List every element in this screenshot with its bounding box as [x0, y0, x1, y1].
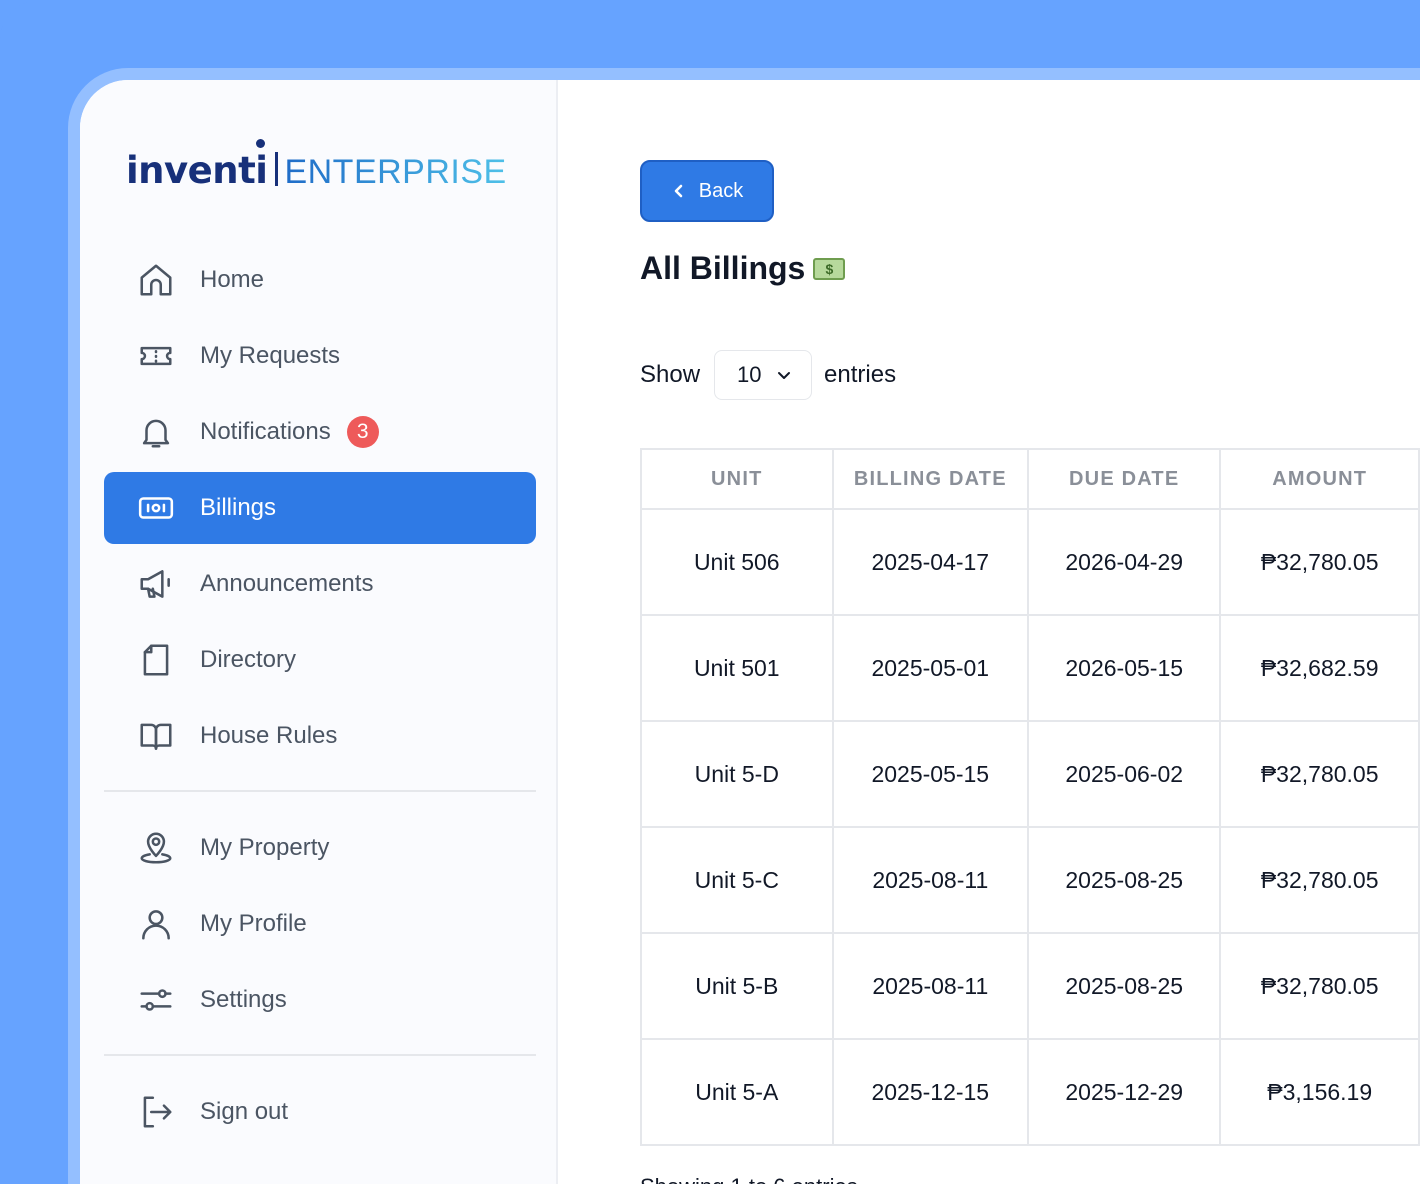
table-row[interactable]: Unit 5-A 2025-12-15 2025-12-29 ₱3,156.19 — [640, 1038, 1420, 1146]
billings-table: UNIT BILLING DATE DUE DATE AMOUNT Unit 5… — [640, 448, 1420, 1146]
sidebar-item-label: Notifications — [200, 418, 331, 445]
back-button[interactable]: Back — [640, 160, 774, 222]
sidebar-item-settings[interactable]: Settings — [104, 964, 536, 1036]
sidebar-item-house-rules[interactable]: House Rules — [104, 700, 536, 772]
logo: inventi ENTERPRISE — [126, 136, 507, 192]
cash-icon — [136, 488, 176, 528]
sidebar-item-label: Directory — [200, 646, 297, 673]
sidebar-item-label: House Rules — [200, 722, 338, 749]
money-bill-icon: $ — [813, 257, 846, 280]
app-window: inventi ENTERPRISE Home My Requests Noti… — [80, 80, 1420, 1184]
unit-cell: Unit 5-B — [640, 932, 834, 1040]
column-header-unit[interactable]: UNIT — [640, 448, 834, 510]
billing-date-cell: 2025-12-15 — [831, 1038, 1030, 1146]
due-date-cell: 2025-12-29 — [1027, 1038, 1222, 1146]
sidebar-item-label: Announcements — [200, 570, 374, 597]
file-icon — [136, 640, 176, 680]
sidebar: inventi ENTERPRISE Home My Requests Noti… — [80, 80, 558, 1184]
entries-select[interactable]: 10 — [714, 350, 813, 400]
sidebar-divider — [104, 790, 536, 792]
home-icon — [136, 260, 176, 300]
unit-cell: Unit 506 — [640, 508, 834, 616]
main-content: Back All Billings $ Show 10 entries UNIT… — [560, 80, 1420, 1184]
sidebar-item-label: Settings — [200, 986, 287, 1013]
sidebar-item-label: Home — [200, 266, 265, 293]
due-date-cell: 2025-08-25 — [1027, 932, 1222, 1040]
due-date-cell: 2026-05-15 — [1027, 614, 1222, 722]
billing-date-cell: 2025-04-17 — [831, 508, 1030, 616]
amount-cell: ₱32,780.05 — [1219, 932, 1420, 1040]
column-header-billing-date[interactable]: BILLING DATE — [831, 448, 1030, 510]
table-row[interactable]: Unit 506 2025-04-17 2026-04-29 ₱32,780.0… — [640, 508, 1420, 616]
sidebar-item-billings[interactable]: Billings — [104, 472, 536, 544]
sidebar-item-label: My Property — [200, 834, 330, 861]
sliders-icon — [136, 980, 176, 1020]
due-date-cell: 2025-06-02 — [1027, 720, 1222, 828]
entries-label: entries — [824, 361, 897, 388]
notification-count-badge: 3 — [346, 416, 379, 448]
map-pin-icon — [136, 828, 176, 868]
billing-date-cell: 2025-05-15 — [831, 720, 1030, 828]
ticket-icon — [136, 336, 176, 376]
unit-cell: Unit 5-C — [640, 826, 834, 934]
sidebar-item-label: My Profile — [200, 910, 307, 937]
entries-control: Show 10 entries — [640, 350, 896, 400]
back-button-label: Back — [698, 179, 744, 202]
page-title: All Billings $ — [640, 250, 846, 287]
table-row[interactable]: Unit 5-C 2025-08-11 2025-08-25 ₱32,780.0… — [640, 826, 1420, 934]
billing-date-cell: 2025-08-11 — [831, 932, 1030, 1040]
sidebar-item-my-profile[interactable]: My Profile — [104, 888, 536, 960]
logout-icon — [136, 1092, 176, 1132]
due-date-cell: 2025-08-25 — [1027, 826, 1222, 934]
sidebar-item-announcements[interactable]: Announcements — [104, 548, 536, 620]
book-icon — [136, 716, 176, 756]
logo-brand: inventi — [126, 139, 268, 192]
megaphone-icon — [136, 564, 176, 604]
unit-cell: Unit 501 — [640, 614, 834, 722]
unit-cell: Unit 5-D — [640, 720, 834, 828]
entries-select-value: 10 — [737, 362, 762, 387]
sidebar-item-sign-out[interactable]: Sign out — [104, 1076, 536, 1148]
user-icon — [136, 904, 176, 944]
sidebar-item-notifications[interactable]: Notifications 3 — [104, 396, 536, 468]
chevron-left-icon — [674, 184, 683, 198]
table-row[interactable]: Unit 501 2025-05-01 2026-05-15 ₱32,682.5… — [640, 614, 1420, 722]
column-header-amount[interactable]: AMOUNT — [1219, 448, 1420, 510]
sidebar-item-my-requests[interactable]: My Requests — [104, 320, 536, 392]
sidebar-item-label: My Requests — [200, 342, 341, 369]
table-info-text: Showing 1 to 6 entries — [640, 1174, 858, 1184]
column-header-due-date[interactable]: DUE DATE — [1027, 448, 1222, 510]
amount-cell: ₱3,156.19 — [1219, 1038, 1420, 1146]
logo-product: ENTERPRISE — [284, 153, 507, 191]
unit-cell: Unit 5-A — [640, 1038, 834, 1146]
page-title-text: All Billings — [640, 250, 806, 286]
table-header-row: UNIT BILLING DATE DUE DATE AMOUNT — [640, 448, 1420, 510]
sidebar-item-directory[interactable]: Directory — [104, 624, 536, 696]
billing-date-cell: 2025-05-01 — [831, 614, 1030, 722]
table-row[interactable]: Unit 5-D 2025-05-15 2025-06-02 ₱32,780.0… — [640, 720, 1420, 828]
chevron-down-icon — [777, 372, 790, 379]
billing-date-cell: 2025-08-11 — [831, 826, 1030, 934]
amount-cell: ₱32,780.05 — [1219, 720, 1420, 828]
sidebar-divider — [104, 1054, 536, 1056]
sidebar-item-my-property[interactable]: My Property — [104, 812, 536, 884]
amount-cell: ₱32,682.59 — [1219, 614, 1420, 722]
sidebar-item-home[interactable]: Home — [104, 244, 536, 316]
sidebar-item-label: Sign out — [200, 1098, 289, 1125]
amount-cell: ₱32,780.05 — [1219, 508, 1420, 616]
amount-cell: ₱32,780.05 — [1219, 826, 1420, 934]
table-row[interactable]: Unit 5-B 2025-08-11 2025-08-25 ₱32,780.0… — [640, 932, 1420, 1040]
sidebar-item-label: Billings — [200, 494, 277, 521]
bell-icon — [136, 412, 176, 452]
show-label: Show — [640, 361, 701, 388]
due-date-cell: 2026-04-29 — [1027, 508, 1222, 616]
